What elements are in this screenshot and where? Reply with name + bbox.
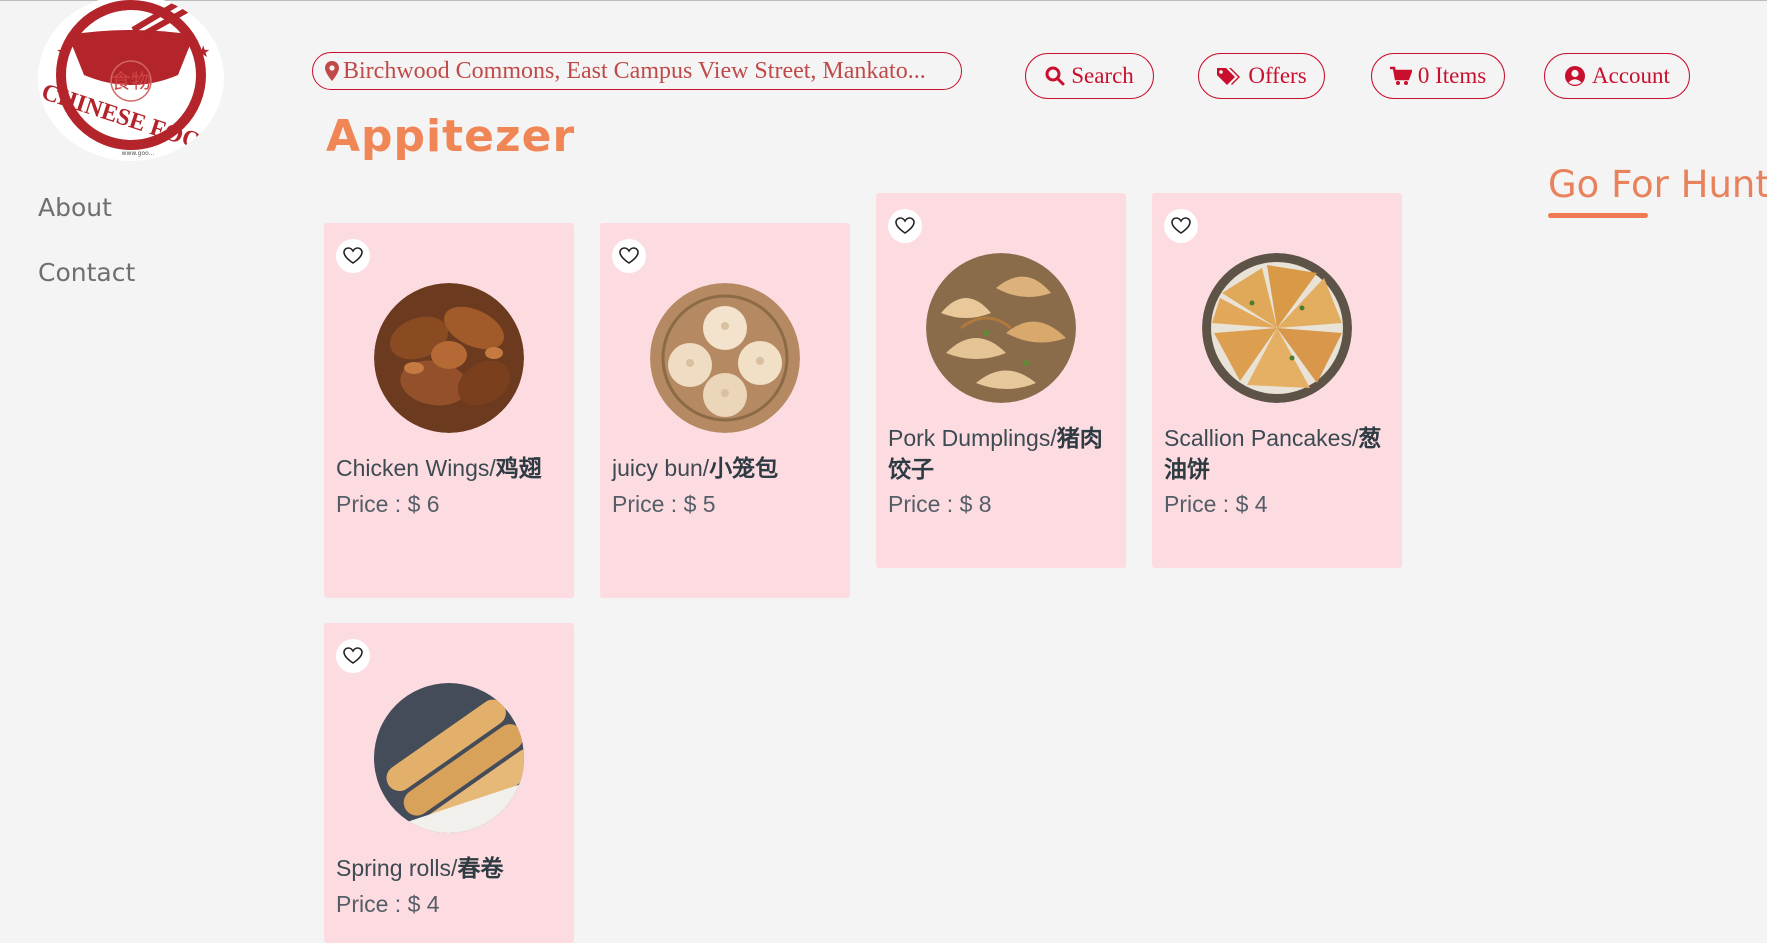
food-image bbox=[374, 283, 524, 433]
food-image bbox=[1202, 253, 1352, 403]
cart-icon bbox=[1389, 66, 1412, 85]
search-icon bbox=[1045, 66, 1065, 86]
favorite-button[interactable] bbox=[612, 239, 646, 273]
food-image bbox=[374, 683, 524, 833]
food-name: Spring rolls/春卷 bbox=[336, 855, 504, 881]
food-card[interactable]: Spring rolls/春卷 Price : $ 4 bbox=[324, 623, 574, 943]
favorite-button[interactable] bbox=[1164, 209, 1198, 243]
offers-button[interactable]: Offers bbox=[1198, 53, 1325, 99]
heart-icon bbox=[343, 647, 363, 664]
logo-star-icon: ★ bbox=[56, 42, 70, 61]
food-name: Pork Dumplings/猪肉饺子 bbox=[888, 425, 1103, 482]
food-price: Price : $ 8 bbox=[888, 491, 992, 517]
food-card[interactable]: Pork Dumplings/猪肉饺子 Price : $ 8 bbox=[876, 193, 1126, 568]
food-card[interactable]: Chicken Wings/鸡翅 Price : $ 6 bbox=[324, 223, 574, 598]
logo-center-text: 食物 bbox=[111, 70, 151, 93]
logo-small-text: www.goo... bbox=[122, 150, 155, 157]
logo-star-icon: ★ bbox=[196, 42, 210, 61]
account-label: Account bbox=[1592, 63, 1670, 88]
food-card[interactable]: Scallion Pancakes/葱油饼 Price : $ 4 bbox=[1152, 193, 1402, 568]
offers-label: Offers bbox=[1248, 63, 1307, 88]
account-button[interactable]: Account bbox=[1544, 53, 1690, 99]
heart-icon bbox=[619, 247, 639, 264]
food-name: Chicken Wings/鸡翅 bbox=[336, 455, 542, 481]
sidebar-item-contact[interactable]: Contact bbox=[38, 258, 135, 287]
tags-icon bbox=[1217, 68, 1241, 85]
favorite-button[interactable] bbox=[336, 239, 370, 273]
heart-icon bbox=[1171, 217, 1191, 234]
food-price: Price : $ 4 bbox=[1164, 491, 1268, 517]
food-price: Price : $ 6 bbox=[336, 491, 440, 517]
section-title: Appitezer bbox=[326, 111, 576, 162]
location-field[interactable]: Birchwood Commons, East Campus View Stre… bbox=[312, 52, 962, 90]
food-image bbox=[926, 253, 1076, 403]
user-circle-icon bbox=[1565, 66, 1586, 86]
food-name: Scallion Pancakes/葱油饼 bbox=[1164, 425, 1382, 482]
food-price: Price : $ 4 bbox=[336, 891, 440, 917]
map-marker-icon bbox=[325, 61, 339, 81]
brand-logo[interactable]: 食物 CHINESE FOOD ★ ★ www.goo... bbox=[38, 0, 224, 161]
sidebar: About Contact bbox=[38, 193, 135, 323]
go-for-hunt-link[interactable]: Go For Hunt bbox=[1548, 163, 1767, 206]
heart-icon bbox=[895, 217, 915, 234]
favorite-button[interactable] bbox=[888, 209, 922, 243]
heart-icon bbox=[343, 247, 363, 264]
favorite-button[interactable] bbox=[336, 639, 370, 673]
logo-graphic: 食物 CHINESE FOOD ★ ★ www.goo... bbox=[38, 0, 221, 160]
location-text: Birchwood Commons, East Campus View Stre… bbox=[343, 57, 926, 84]
cart-button[interactable]: 0 Items bbox=[1371, 53, 1505, 99]
cart-label: 0 Items bbox=[1417, 63, 1487, 88]
go-for-hunt-underline bbox=[1548, 213, 1648, 218]
food-price: Price : $ 5 bbox=[612, 491, 716, 517]
food-image bbox=[650, 283, 800, 433]
search-label: Search bbox=[1071, 63, 1134, 88]
food-name: juicy bun/小笼包 bbox=[612, 455, 779, 481]
food-card[interactable]: juicy bun/小笼包 Price : $ 5 bbox=[600, 223, 850, 598]
search-button[interactable]: Search bbox=[1025, 53, 1154, 99]
sidebar-item-about[interactable]: About bbox=[38, 193, 135, 222]
